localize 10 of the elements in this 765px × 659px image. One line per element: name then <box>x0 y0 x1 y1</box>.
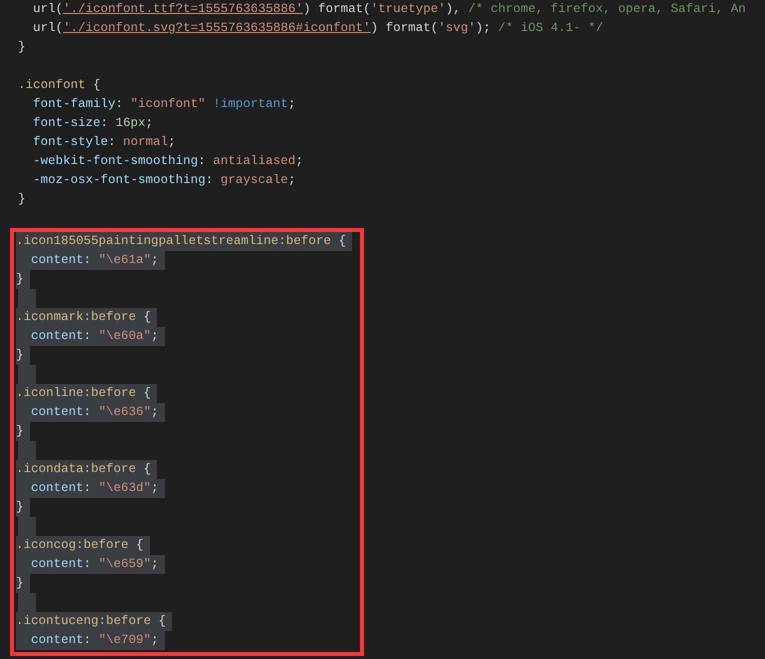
code-line: font-family: "iconfont" !important; <box>32 96 297 113</box>
code-line: font-style: normal; <box>32 134 177 151</box>
code-line: -webkit-font-smoothing: antialiased; <box>32 153 304 170</box>
code-line: url('./iconfont.ttf?t=1555763635886') format('truetype'), /* chrome, firefox, opera, Safari, An <box>32 1 747 18</box>
code-line: } <box>18 39 27 56</box>
code-line: } <box>18 191 27 208</box>
code-line: -moz-osx-font-smoothing: grayscale; <box>32 172 297 189</box>
code-line: font-size: 16px; <box>32 115 154 132</box>
code-line: .iconfont { <box>18 77 102 94</box>
code-line: url('./iconfont.svg?t=1555763635886#iconfont') format('svg'); /* iOS 4.1- */ <box>32 20 604 37</box>
